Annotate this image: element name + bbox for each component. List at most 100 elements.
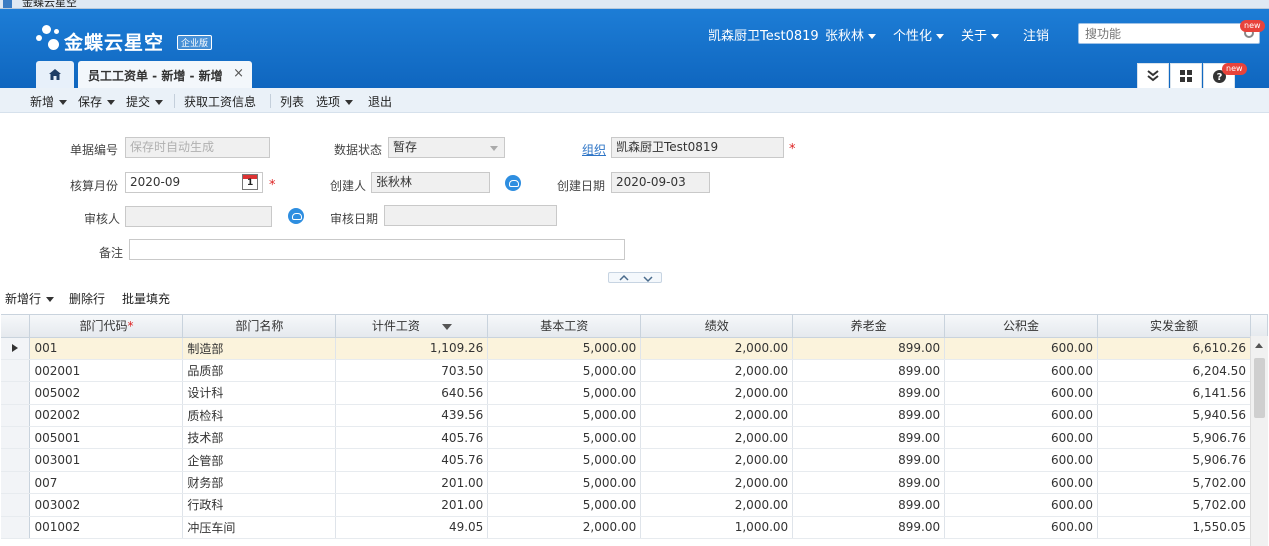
table-row[interactable]: 005001 技术部 405.76 5,000.00 2,000.00 899.00 600… bbox=[1, 426, 1268, 450]
table-cell[interactable]: 6,610.26 bbox=[1097, 337, 1251, 360]
table-cell[interactable]: 行政科 bbox=[182, 493, 337, 517]
create-date-field[interactable]: 2020-09-03 bbox=[611, 172, 710, 193]
table-cell[interactable]: 600.00 bbox=[944, 404, 1099, 428]
table-row[interactable]: 003001 企管部 405.76 5,000.00 2,000.00 899.00 600… bbox=[1, 448, 1268, 472]
row-indicator[interactable] bbox=[1, 448, 31, 472]
org-field[interactable]: 凯森厨卫Test0819 bbox=[611, 137, 784, 158]
table-cell[interactable]: 5,000.00 bbox=[487, 426, 642, 450]
calendar-icon[interactable]: 1 bbox=[242, 174, 258, 190]
table-cell[interactable]: 600.00 bbox=[944, 426, 1099, 450]
save-button[interactable]: 保存 bbox=[78, 93, 116, 110]
fetch-salary-button[interactable]: 获取工资信息 bbox=[184, 93, 256, 110]
table-cell[interactable]: 财务部 bbox=[182, 471, 337, 495]
table-cell[interactable]: 品质部 bbox=[182, 359, 337, 383]
table-cell[interactable]: 600.00 bbox=[944, 337, 1099, 360]
delete-row-button[interactable]: 删除行 bbox=[69, 290, 105, 307]
table-row[interactable]: 003002 行政科 201.00 5,000.00 2,000.00 899.00 600… bbox=[1, 493, 1268, 517]
table-cell[interactable]: 899.00 bbox=[792, 516, 946, 540]
function-search-input[interactable] bbox=[1079, 24, 1229, 43]
table-cell[interactable]: 600.00 bbox=[944, 381, 1099, 405]
chevron-down-icon[interactable] bbox=[490, 146, 498, 151]
table-cell[interactable]: 2,000.00 bbox=[640, 404, 794, 428]
table-cell[interactable]: 5,702.00 bbox=[1097, 471, 1251, 495]
table-cell[interactable]: 600.00 bbox=[944, 359, 1099, 383]
submit-button[interactable]: 提交 bbox=[126, 93, 164, 110]
row-indicator[interactable] bbox=[1, 516, 31, 540]
table-cell[interactable]: 5,000.00 bbox=[487, 493, 642, 517]
table-cell[interactable]: 899.00 bbox=[792, 471, 946, 495]
exit-button[interactable]: 退出 bbox=[368, 93, 392, 110]
table-cell[interactable]: 5,906.76 bbox=[1097, 448, 1251, 472]
table-cell[interactable]: 899.00 bbox=[792, 448, 946, 472]
function-search-box[interactable] bbox=[1078, 23, 1260, 44]
table-cell[interactable]: 2,000.00 bbox=[640, 359, 794, 383]
collapse-form-toggle[interactable] bbox=[608, 272, 662, 283]
column-header[interactable]: 绩效 bbox=[640, 315, 794, 338]
chevron-down-icon[interactable] bbox=[59, 100, 68, 105]
row-indicator[interactable] bbox=[1, 359, 31, 383]
table-cell[interactable]: 899.00 bbox=[792, 493, 946, 517]
bill-no-field[interactable]: 保存时自动生成 bbox=[125, 137, 270, 158]
table-cell[interactable]: 600.00 bbox=[944, 493, 1099, 517]
table-cell[interactable]: 007 bbox=[29, 471, 184, 495]
row-indicator[interactable] bbox=[1, 381, 31, 405]
vertical-scrollbar[interactable] bbox=[1250, 336, 1268, 546]
table-cell[interactable]: 899.00 bbox=[792, 359, 946, 383]
logout-link[interactable]: 注销 bbox=[1023, 25, 1049, 45]
close-icon[interactable]: × bbox=[233, 66, 244, 81]
user-menu[interactable]: 张秋林 bbox=[825, 25, 877, 45]
status-select[interactable]: 暂存 bbox=[388, 137, 505, 158]
table-cell[interactable]: 703.50 bbox=[335, 359, 489, 383]
table-cell[interactable]: 6,141.56 bbox=[1097, 381, 1251, 405]
table-cell[interactable]: 2,000.00 bbox=[640, 426, 794, 450]
table-row[interactable]: 007 财务部 201.00 5,000.00 2,000.00 899.00 600.00… bbox=[1, 471, 1268, 495]
table-cell[interactable]: 6,204.50 bbox=[1097, 359, 1251, 383]
remark-field[interactable] bbox=[129, 239, 625, 260]
table-cell[interactable]: 冲压车间 bbox=[182, 516, 337, 540]
column-header[interactable]: 部门代码* bbox=[29, 315, 184, 338]
table-cell[interactable]: 439.56 bbox=[335, 404, 489, 428]
table-cell[interactable]: 003001 bbox=[29, 448, 184, 472]
scroll-up-icon[interactable] bbox=[1255, 343, 1263, 348]
add-row-button[interactable]: 新增行 bbox=[5, 290, 55, 307]
table-cell[interactable]: 405.76 bbox=[335, 426, 489, 450]
table-cell[interactable]: 201.00 bbox=[335, 471, 489, 495]
table-cell[interactable]: 49.05 bbox=[335, 516, 489, 540]
table-cell[interactable]: 企管部 bbox=[182, 448, 337, 472]
table-row[interactable]: 005002 设计科 640.56 5,000.00 2,000.00 899.00 600… bbox=[1, 381, 1268, 405]
row-indicator[interactable] bbox=[1, 337, 31, 360]
table-cell[interactable]: 640.56 bbox=[335, 381, 489, 405]
table-cell[interactable]: 600.00 bbox=[944, 448, 1099, 472]
row-indicator[interactable] bbox=[1, 404, 31, 428]
table-cell[interactable]: 1,550.05 bbox=[1097, 516, 1251, 540]
table-cell[interactable]: 2,000.00 bbox=[640, 493, 794, 517]
table-cell[interactable]: 005002 bbox=[29, 381, 184, 405]
table-cell[interactable]: 2,000.00 bbox=[640, 448, 794, 472]
table-cell[interactable]: 5,000.00 bbox=[487, 337, 642, 360]
table-cell[interactable]: 2,000.00 bbox=[640, 471, 794, 495]
table-cell[interactable]: 5,906.76 bbox=[1097, 426, 1251, 450]
row-indicator[interactable] bbox=[1, 493, 31, 517]
table-cell[interactable]: 1,000.00 bbox=[640, 516, 794, 540]
table-cell[interactable]: 1,109.26 bbox=[335, 337, 489, 360]
scroll-thumb[interactable] bbox=[1254, 358, 1265, 418]
cloud-lookup-icon[interactable] bbox=[505, 175, 521, 191]
table-cell[interactable]: 制造部 bbox=[182, 337, 337, 360]
about-menu[interactable]: 关于 bbox=[961, 25, 1000, 45]
table-cell[interactable]: 5,000.00 bbox=[487, 404, 642, 428]
table-cell[interactable]: 设计科 bbox=[182, 381, 337, 405]
grid-view-button[interactable] bbox=[1170, 63, 1202, 89]
table-cell[interactable]: 201.00 bbox=[335, 493, 489, 517]
tab-salary-slip[interactable]: 员工工资单 - 新增 - 新增 × bbox=[78, 61, 252, 88]
new-button[interactable]: 新增 bbox=[30, 93, 68, 110]
table-cell[interactable]: 2,000.00 bbox=[640, 337, 794, 360]
collapse-menu-button[interactable] bbox=[1137, 63, 1169, 89]
table-cell[interactable]: 5,000.00 bbox=[487, 359, 642, 383]
table-cell[interactable]: 002001 bbox=[29, 359, 184, 383]
table-cell[interactable]: 600.00 bbox=[944, 471, 1099, 495]
column-header[interactable]: 基本工资 bbox=[487, 315, 642, 338]
column-header[interactable]: 养老金 bbox=[792, 315, 946, 338]
list-button[interactable]: 列表 bbox=[280, 93, 304, 110]
table-cell[interactable]: 405.76 bbox=[335, 448, 489, 472]
auditor-field[interactable] bbox=[125, 206, 272, 227]
